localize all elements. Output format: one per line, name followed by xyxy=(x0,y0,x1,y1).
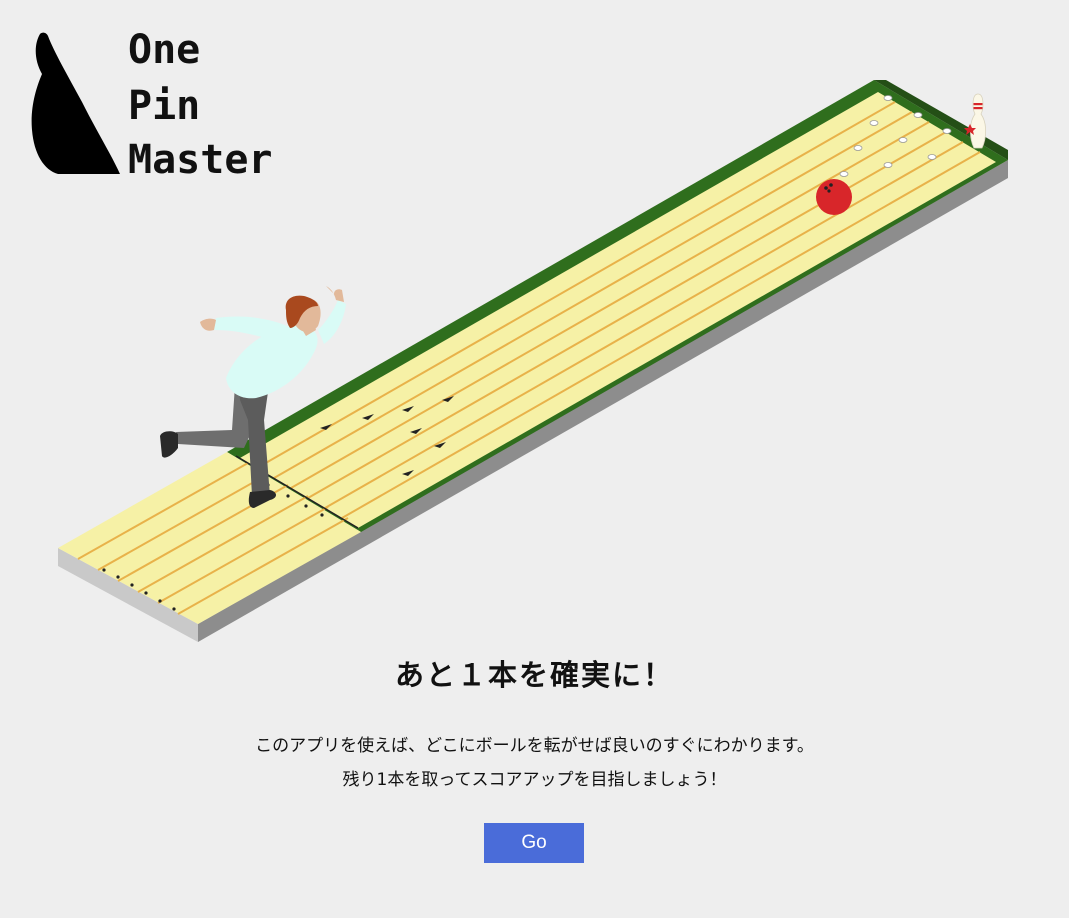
go-button[interactable]: Go xyxy=(484,823,584,863)
logo-pin-icon xyxy=(31,32,120,174)
landing-page: One Pin Master あと１本を確実に！ このアプリを使えば、どこにボー… xyxy=(0,0,1069,918)
logo-text-one: One xyxy=(128,27,201,73)
hero-title: あと１本を確実に！ xyxy=(394,658,674,692)
bowling-ball xyxy=(816,179,852,215)
hero-description-line-1: このアプリを使えば、どこにボールを転がせば良いのすぐにわかります。 xyxy=(255,736,814,756)
logo-text-pin: Pin xyxy=(128,83,201,129)
logo-text-master: Master xyxy=(128,137,273,183)
hero-description-line-2: 残り1本を取ってスコアアップを目指しましょう！ xyxy=(342,770,727,790)
lane-surface xyxy=(240,92,996,528)
